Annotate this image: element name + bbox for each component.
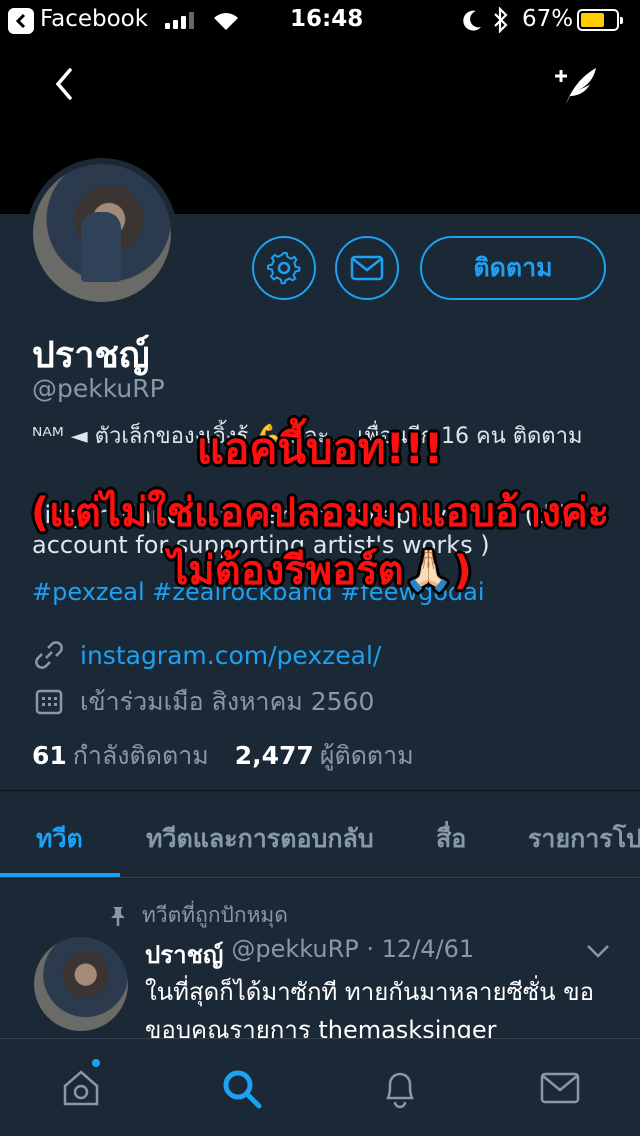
profile-tabs: ทวีต ทวีตและการตอบกลับ สื่อ รายการโปรด <box>0 790 640 878</box>
do-not-disturb-icon <box>462 8 484 38</box>
bottom-nav <box>0 1038 640 1136</box>
pinned-indicator: ทวีตที่ถูกปักหมุด <box>108 899 288 932</box>
tweet-author-name: ปราชญ์ <box>145 941 224 969</box>
profile-joined-date: เข้าร่วมเมือ สิงหาคม 2560 <box>32 682 374 722</box>
home-notification-dot <box>90 1057 102 1069</box>
calendar-icon <box>32 685 66 719</box>
pin-icon <box>111 906 125 926</box>
followers-count: 2,477 <box>234 741 314 770</box>
followers-stat[interactable]: 2,477 ผู้ติดตาม <box>235 736 414 776</box>
battery-percentage: 67% <box>522 6 574 32</box>
signal-icon <box>165 12 194 29</box>
battery-level-fill <box>581 13 604 27</box>
pinned-label: ทวีตที่ถูกปักหมุด <box>142 903 288 927</box>
tab-tweets-and-replies[interactable]: ทวีตและการตอบกลับ <box>146 819 374 859</box>
link-icon <box>32 638 66 672</box>
follow-stats: 61 กำลังติดตาม 2,477 ผู้ติดตาม <box>32 736 414 776</box>
tweet-header: ปราชญ์ @pekkuRP · 12/4/61 <box>145 935 474 974</box>
tweet-handle-date: @pekkuRP · 12/4/61 <box>231 935 475 963</box>
profile-handle: @pekkuRP <box>32 374 165 403</box>
bio-hashtags[interactable]: #pexzeal #zealrockband #feewgodai <box>32 578 484 606</box>
profile-avatar[interactable] <box>27 158 177 308</box>
back-icon[interactable] <box>48 62 80 106</box>
clock: 16:48 <box>290 6 364 32</box>
bluetooth-icon <box>492 6 510 39</box>
following-count: 61 <box>32 741 67 770</box>
compose-tweet-icon[interactable] <box>552 62 602 108</box>
pinned-tweet[interactable]: ทวีตที่ถูกปักหมุด ปราชญ์ @pekkuRP · 12/4… <box>0 879 640 1039</box>
tweet-text: ในที่สุดก็ได้มาซักที ทายกันมาหลายซีซั่น … <box>145 978 595 1039</box>
notifications-bell-icon[interactable] <box>377 1065 423 1111</box>
following-stat[interactable]: 61 กำลังติดตาม <box>32 736 209 776</box>
settings-button[interactable] <box>252 236 316 300</box>
avatar-image <box>33 164 171 302</box>
tab-likes[interactable]: รายการโปรด <box>528 819 640 859</box>
follow-button[interactable]: ติดตาม <box>420 236 606 300</box>
tab-media[interactable]: สื่อ <box>436 819 466 859</box>
back-app-label[interactable]: Facebook <box>40 6 148 32</box>
chevron-down-icon[interactable] <box>585 943 611 963</box>
active-tab-indicator <box>0 873 120 877</box>
gear-icon <box>267 251 301 285</box>
tab-tweets[interactable]: ทวีต <box>36 819 83 859</box>
status-bar: Facebook 16:48 67% <box>0 0 640 40</box>
back-to-app-icon[interactable] <box>8 8 34 34</box>
joined-text: เข้าร่วมเมือ สิงหาคม 2560 <box>80 687 375 716</box>
wifi-icon <box>210 8 242 38</box>
tweet-avatar[interactable] <box>34 937 128 1031</box>
message-button[interactable] <box>335 236 399 300</box>
envelope-icon <box>350 255 384 281</box>
profile-bio: singer, dancer, writer and roleplayer . … <box>32 501 578 559</box>
search-icon[interactable] <box>218 1065 264 1111</box>
home-icon[interactable] <box>58 1065 104 1111</box>
followers-label: ผู้ติดตาม <box>319 741 414 770</box>
website-link[interactable]: instagram.com/pexzeal/ <box>80 641 381 670</box>
followed-by-text[interactable]: ᴺᴬᴹ ◄ ตัวเล็กของงเจิ้งร้ 💪 และ... เพื่อน… <box>32 420 592 454</box>
battery-icon <box>577 9 623 31</box>
profile-website[interactable]: instagram.com/pexzeal/ <box>32 638 381 672</box>
messages-envelope-icon[interactable] <box>537 1065 583 1111</box>
following-label: กำลังติดตาม <box>72 741 209 770</box>
